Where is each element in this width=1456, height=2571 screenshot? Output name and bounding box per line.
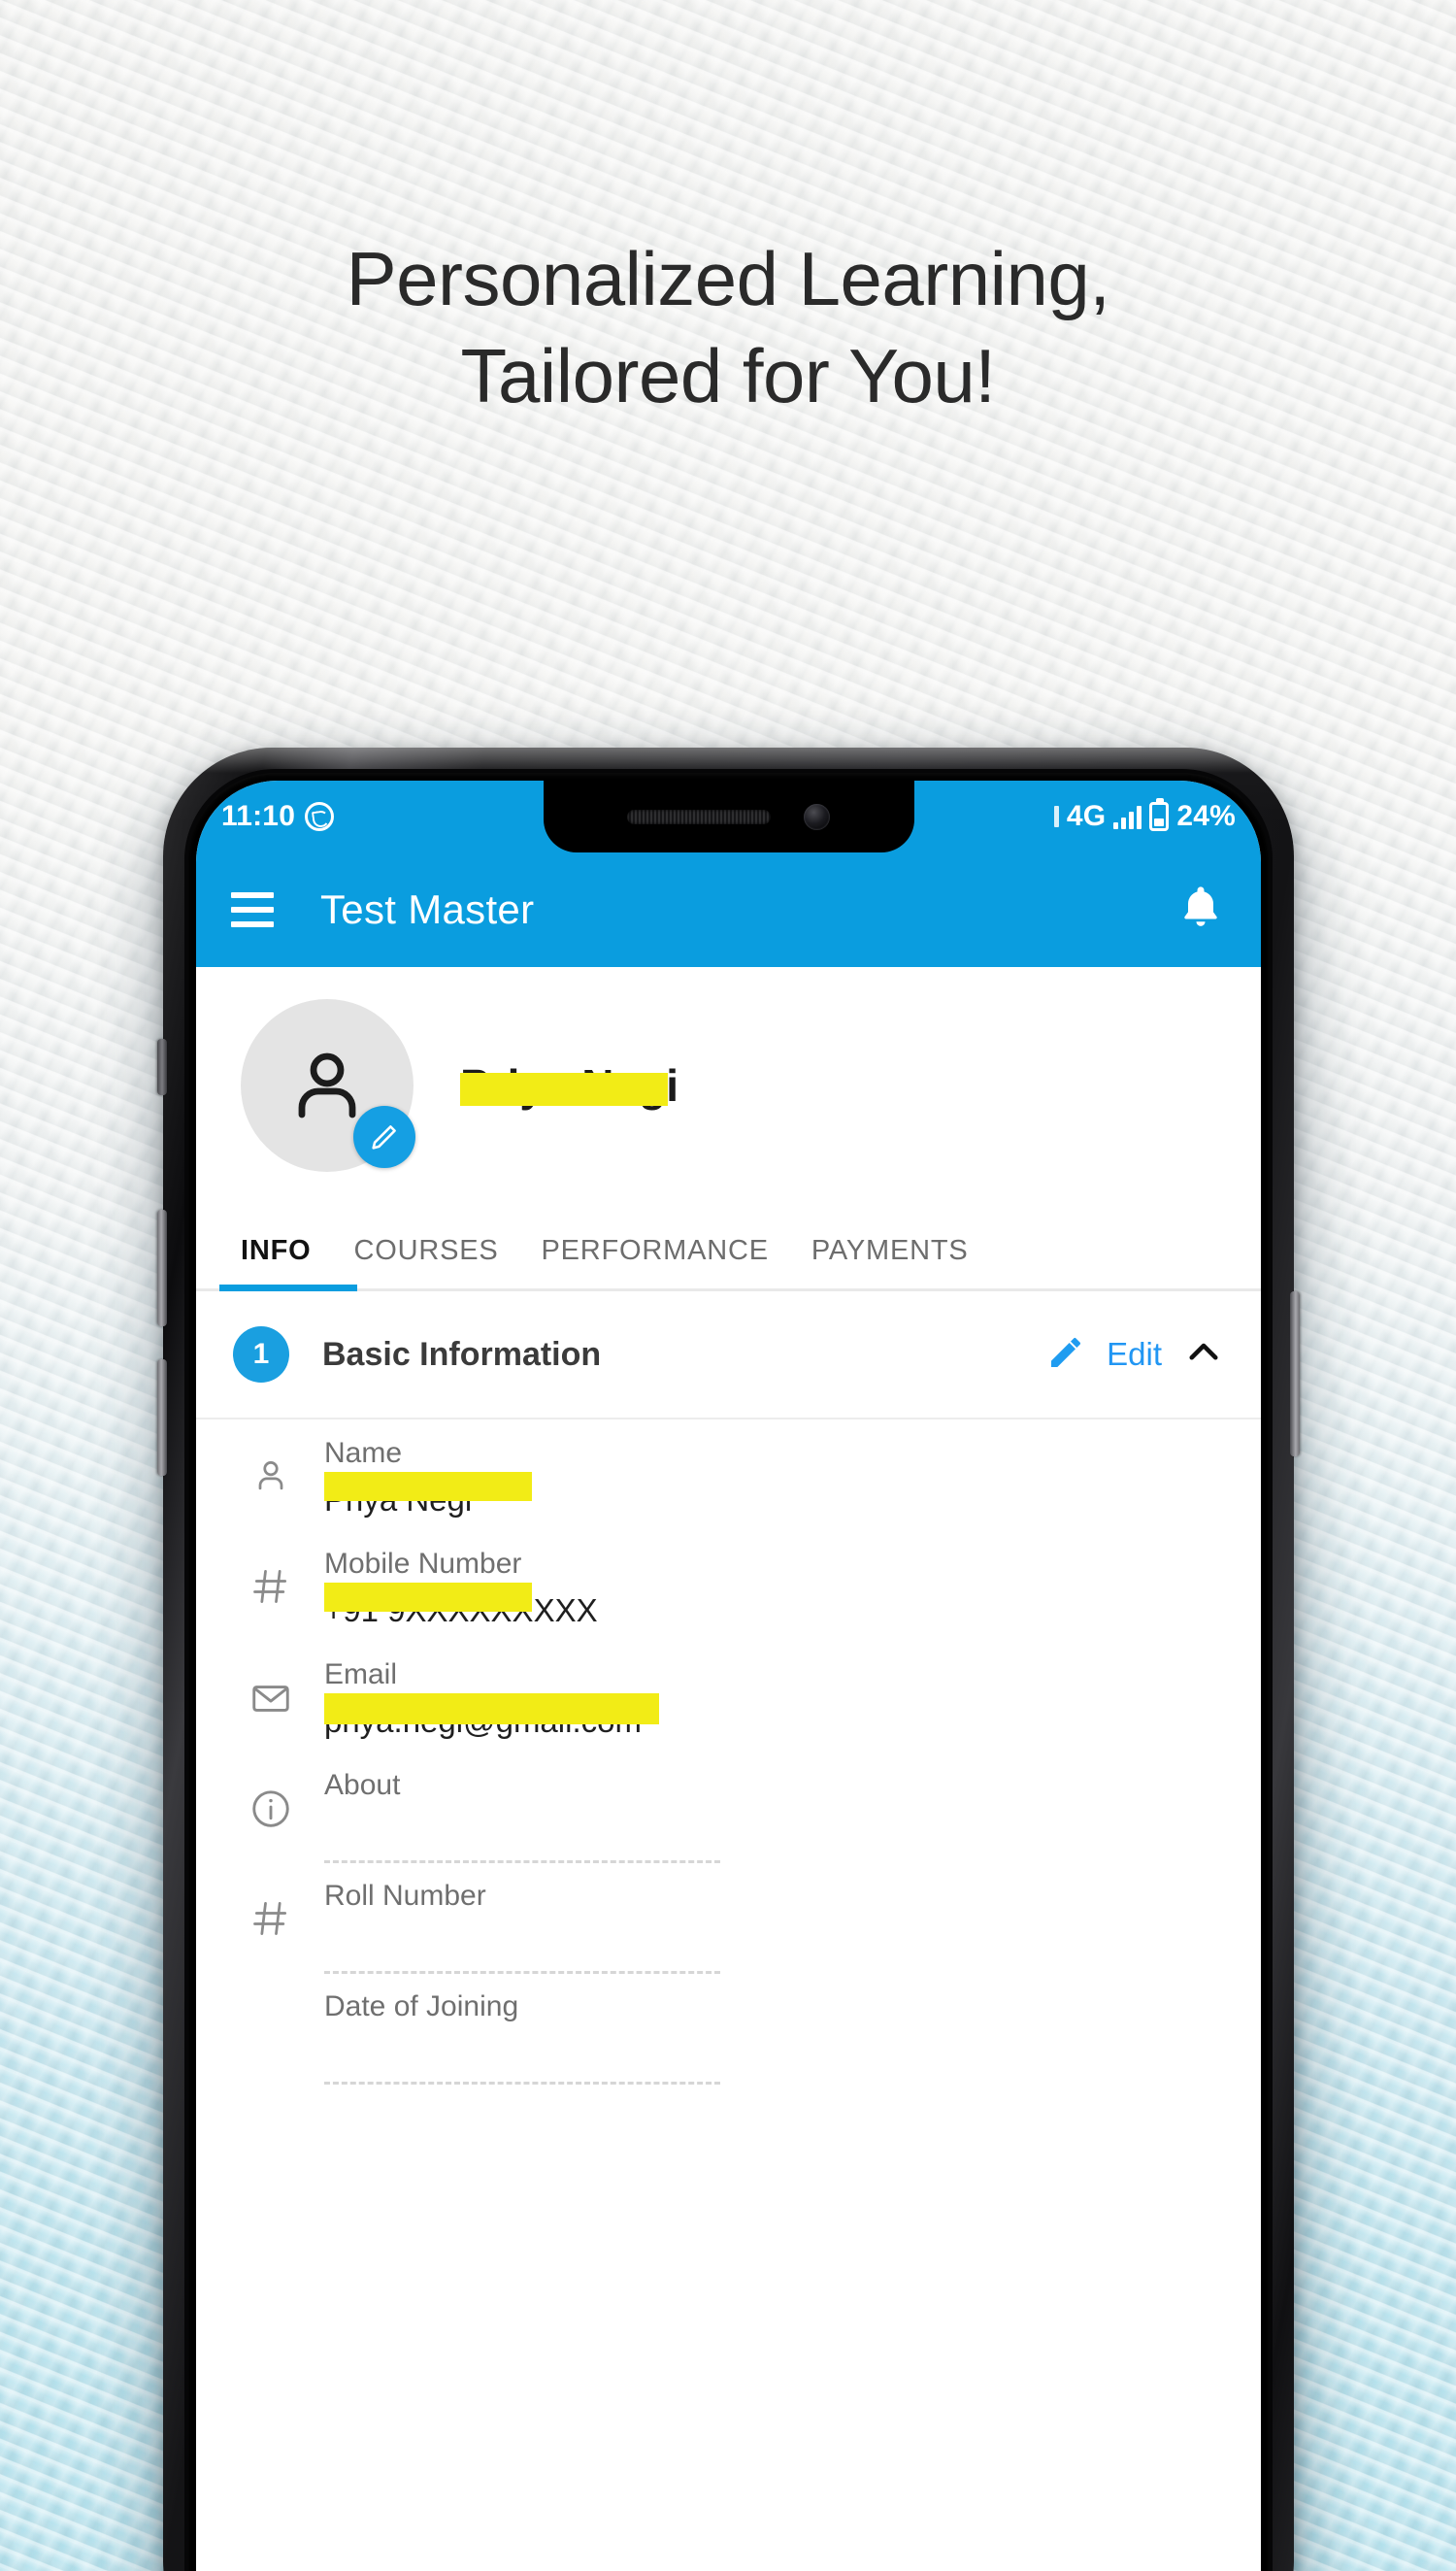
power-button[interactable] xyxy=(1290,1291,1300,1456)
field-value-roll-number xyxy=(324,1924,1218,1963)
phone-screen: 11:10 4G 24% Test Master Priya Negi INFO… xyxy=(196,781,1261,2571)
step-number-badge: 1 xyxy=(233,1326,289,1383)
volume-down-button[interactable] xyxy=(157,1359,167,1476)
tab-bar: INFO COURSES PERFORMANCE PAYMENTS xyxy=(196,1204,1261,1291)
field-label-mobile-number: Mobile Number xyxy=(324,1548,522,1580)
edit-avatar-button[interactable] xyxy=(353,1106,415,1168)
promo-screenshot: Personalized Learning, Tailored for You!… xyxy=(0,0,1456,2571)
tab-info[interactable]: INFO xyxy=(219,1235,332,1288)
active-tab-indicator xyxy=(219,1285,357,1291)
field-mobile-number[interactable]: Mobile Number +91 9XXXXXXXXX xyxy=(196,1540,1261,1651)
bell-icon[interactable] xyxy=(1175,881,1226,940)
network-type-label: 4G xyxy=(1066,800,1107,832)
pencil-icon[interactable] xyxy=(1046,1333,1085,1377)
hamburger-menu-icon[interactable] xyxy=(231,892,274,927)
hash-icon xyxy=(239,1872,303,1940)
whatsapp-icon xyxy=(305,802,335,831)
field-label-date-of-joining: Date of Joining xyxy=(324,1990,519,2022)
field-value-name: Priya Negi xyxy=(324,1482,473,1518)
field-value-about xyxy=(324,1814,1218,1853)
envelope-icon xyxy=(239,1651,303,1720)
headline-line-2: Tailored for You! xyxy=(460,332,996,418)
app-bar: Test Master xyxy=(196,852,1261,967)
profile-header: Priya Negi xyxy=(196,967,1261,1204)
basic-information-section-header: 1 Basic Information Edit xyxy=(196,1291,1261,1419)
tab-payments[interactable]: PAYMENTS xyxy=(790,1235,990,1288)
field-label-roll-number: Roll Number xyxy=(324,1880,486,1912)
field-label-about: About xyxy=(324,1769,401,1801)
field-name[interactable]: Name Priya Negi xyxy=(196,1429,1261,1540)
field-value-email: priya.negi@gmail.com xyxy=(324,1703,642,1739)
battery-level-label: 24% xyxy=(1176,800,1236,832)
field-email[interactable]: Email priya.negi@gmail.com xyxy=(196,1651,1261,1761)
section-title: Basic Information xyxy=(322,1335,602,1373)
hash-icon xyxy=(239,1540,303,1608)
no-icon xyxy=(239,1983,303,2008)
headline-line-1: Personalized Learning, xyxy=(346,236,1110,321)
notch-corner-right xyxy=(913,781,947,814)
earpiece-speaker-icon xyxy=(627,809,771,824)
field-about[interactable]: About xyxy=(196,1761,1261,1872)
field-empty-rule-date-of-joining xyxy=(324,2082,720,2085)
chevron-up-icon[interactable] xyxy=(1183,1332,1224,1378)
edit-button[interactable]: Edit xyxy=(1107,1336,1162,1373)
mute-switch-button[interactable] xyxy=(157,1039,167,1095)
notch-corner-left xyxy=(510,781,544,814)
page-title: Personalized Learning, Tailored for You! xyxy=(0,231,1456,425)
profile-name: Priya Negi xyxy=(460,1060,678,1111)
field-value-mobile-number: +91 9XXXXXXXXX xyxy=(324,1592,598,1628)
avatar[interactable] xyxy=(241,999,415,1172)
phone-mockup: 11:10 4G 24% Test Master Priya Negi INFO… xyxy=(157,748,1300,2571)
volume-up-button[interactable] xyxy=(157,1210,167,1326)
field-date-of-joining[interactable]: Date of Joining xyxy=(196,1983,1261,2093)
basic-information-fields: Name Priya Negi Mobile Number +91 9XXXXX… xyxy=(196,1419,1261,2093)
front-camera-icon xyxy=(804,803,830,830)
battery-icon xyxy=(1149,798,1170,831)
field-label-email: Email xyxy=(324,1658,398,1690)
phone-notch xyxy=(510,781,947,852)
field-roll-number[interactable]: Roll Number xyxy=(196,1872,1261,1983)
sim-signal-icon xyxy=(1053,806,1059,827)
signal-bars-icon xyxy=(1113,804,1142,829)
status-bar: 11:10 4G 24% xyxy=(196,781,1261,852)
section-actions: Edit xyxy=(1046,1332,1224,1378)
info-icon xyxy=(239,1761,303,1831)
tab-courses[interactable]: COURSES xyxy=(332,1235,519,1288)
tab-performance[interactable]: PERFORMANCE xyxy=(520,1235,790,1288)
profile-name-container: Priya Negi xyxy=(460,1059,678,1112)
person-icon xyxy=(239,1429,303,1497)
field-empty-rule-roll-number xyxy=(324,1971,720,1974)
field-empty-rule-about xyxy=(324,1860,720,1863)
field-label-name: Name xyxy=(324,1437,403,1469)
app-title: Test Master xyxy=(320,886,535,932)
field-value-date-of-joining xyxy=(324,2035,1218,2074)
phone-bezel: 11:10 4G 24% Test Master Priya Negi INFO… xyxy=(184,769,1273,2571)
status-time: 11:10 xyxy=(221,800,296,832)
